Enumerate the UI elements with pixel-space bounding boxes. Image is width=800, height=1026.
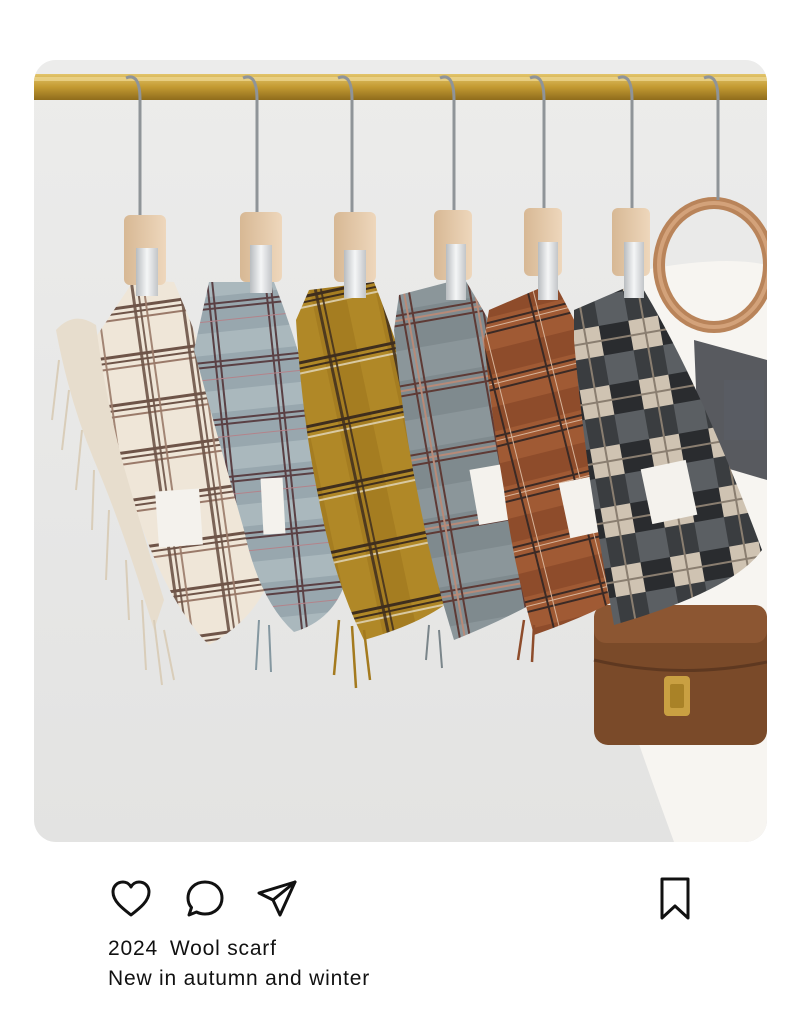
heart-icon bbox=[111, 880, 151, 917]
caption-subline: New in autumn and winter bbox=[108, 967, 370, 990]
save-button[interactable] bbox=[652, 876, 698, 922]
caption-product: Wool scarf bbox=[169, 937, 277, 960]
share-button[interactable] bbox=[254, 876, 300, 922]
comment-bubble-icon bbox=[186, 880, 224, 917]
paper-plane-icon bbox=[257, 880, 297, 917]
scarf-rack-image bbox=[34, 60, 767, 842]
bookmark-icon bbox=[660, 877, 690, 920]
comment-button[interactable] bbox=[182, 876, 228, 922]
post-caption: 2024 Wool scarf New in autumn and winter bbox=[108, 934, 370, 994]
caption-year: 2024 bbox=[108, 937, 158, 960]
like-button[interactable] bbox=[108, 876, 154, 922]
post-action-bar bbox=[108, 876, 698, 926]
caption-title-line: 2024 Wool scarf bbox=[108, 934, 370, 964]
post-photo[interactable] bbox=[34, 60, 767, 842]
